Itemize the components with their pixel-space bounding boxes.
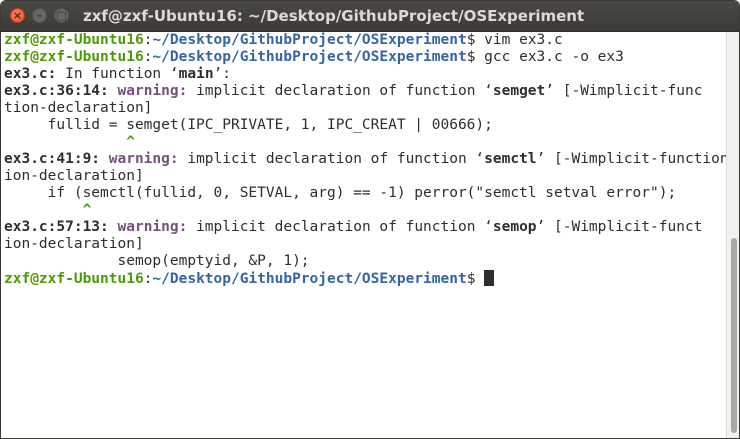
- quote-close: ’: [213, 66, 223, 82]
- warning-label: warning:: [117, 83, 188, 99]
- quote-open: ‘: [484, 83, 493, 99]
- text-cursor: [484, 270, 495, 286]
- quote-close: ’: [536, 219, 546, 235]
- warning-location: ex3.c:57:13:: [4, 219, 109, 235]
- output-line: ex3.c: In function ‘main’:: [4, 66, 727, 83]
- warning-flag: [-Wimplicit-function: [545, 151, 729, 167]
- caret-marker: ^: [82, 202, 92, 218]
- command-line: zxf@zxf-Ubuntu16:~/Desktop/GithubProject…: [4, 32, 727, 49]
- terminal-content[interactable]: zxf@zxf-Ubuntu16:~/Desktop/GithubProject…: [1, 32, 729, 438]
- warning-flag: [-Wimplicit-func: [554, 83, 703, 99]
- prompt-line: zxf@zxf-Ubuntu16:~/Desktop/GithubProject…: [4, 270, 727, 287]
- warning-message: implicit declaration of function: [178, 151, 476, 167]
- quote-open: ‘: [475, 151, 485, 167]
- quote-close: ’: [545, 83, 555, 99]
- warning-flag: [-Wimplicit-funct: [545, 219, 703, 235]
- caret-line: ^: [4, 202, 727, 219]
- maximize-icon: □: [56, 9, 67, 22]
- minimize-button[interactable]: –: [32, 8, 47, 23]
- warning-location: ex3.c:36:14:: [4, 83, 109, 99]
- warning-line: ex3.c:41:9: warning: implicit declaratio…: [4, 151, 729, 168]
- window-title: zxf@zxf-Ubuntu16: ~/Desktop/GithubProjec…: [83, 7, 585, 25]
- source-code-line: if (semctl(fullid, 0, SETVAL, arg) == -1…: [4, 185, 677, 201]
- scrollbar-thumb[interactable]: [731, 238, 737, 433]
- minimize-icon: –: [36, 9, 43, 22]
- file-label: ex3.c:: [4, 66, 57, 82]
- prompt-path: ~/Desktop/GithubProject/OSExperiment: [152, 32, 467, 48]
- prompt-user: zxf@zxf-Ubuntu16: [4, 32, 144, 48]
- function-name: semget: [492, 83, 546, 99]
- source-code-line: fullid = semget(IPC_PRIVATE, 1, IPC_CREA…: [4, 117, 493, 133]
- quote-open: ‘: [169, 66, 179, 82]
- prompt-user: zxf@zxf-Ubuntu16: [4, 49, 144, 65]
- caret-padding: [4, 134, 126, 150]
- function-name: semctl: [484, 151, 537, 167]
- command-text: gcc ex3.c -o ex3: [475, 49, 624, 65]
- caret-marker: ^: [126, 134, 135, 150]
- warning-flag-line: ion-declaration]: [4, 168, 144, 184]
- function-name: main: [178, 66, 214, 82]
- command-text: vim ex3.c: [475, 32, 563, 48]
- close-icon: ×: [12, 9, 23, 22]
- scrollbar[interactable]: [726, 32, 739, 438]
- warning-location: ex3.c:41:9:: [4, 151, 101, 167]
- warning-line: ex3.c:36:14: warning: implicit declarati…: [4, 83, 727, 100]
- prompt-path: ~/Desktop/GithubProject/OSExperiment: [152, 49, 467, 65]
- warning-label: warning:: [117, 219, 188, 235]
- function-name: semop: [492, 219, 537, 235]
- title-bar[interactable]: × – □ zxf@zxf-Ubuntu16: ~/Desktop/Github…: [1, 1, 739, 32]
- quote-open: ‘: [484, 219, 493, 235]
- terminal-window: × – □ zxf@zxf-Ubuntu16: ~/Desktop/Github…: [0, 0, 740, 439]
- prompt-path: ~/Desktop/GithubProject/OSExperiment: [152, 271, 467, 287]
- warning-flag-line: ion-declaration]: [4, 236, 144, 252]
- warning-message: implicit declaration of function: [187, 219, 485, 235]
- maximize-button[interactable]: □: [54, 8, 69, 23]
- close-button[interactable]: ×: [10, 8, 25, 23]
- quote-close: ’: [536, 151, 546, 167]
- output-text: :: [222, 66, 232, 82]
- prompt-user: zxf@zxf-Ubuntu16: [4, 271, 144, 287]
- command-line: zxf@zxf-Ubuntu16:~/Desktop/GithubProject…: [4, 49, 727, 66]
- warning-label: warning:: [108, 151, 179, 167]
- caret-line: ^: [4, 134, 727, 151]
- source-code-line: semop(emptyid, &P, 1);: [4, 253, 310, 269]
- output-text: In function: [56, 66, 170, 82]
- warning-line: ex3.c:57:13: warning: implicit declarati…: [4, 219, 727, 236]
- prompt-dollar: $: [466, 271, 476, 287]
- caret-padding: [4, 202, 83, 218]
- warning-message: implicit declaration of function: [187, 83, 485, 99]
- warning-flag-line: tion-declaration]: [4, 100, 153, 116]
